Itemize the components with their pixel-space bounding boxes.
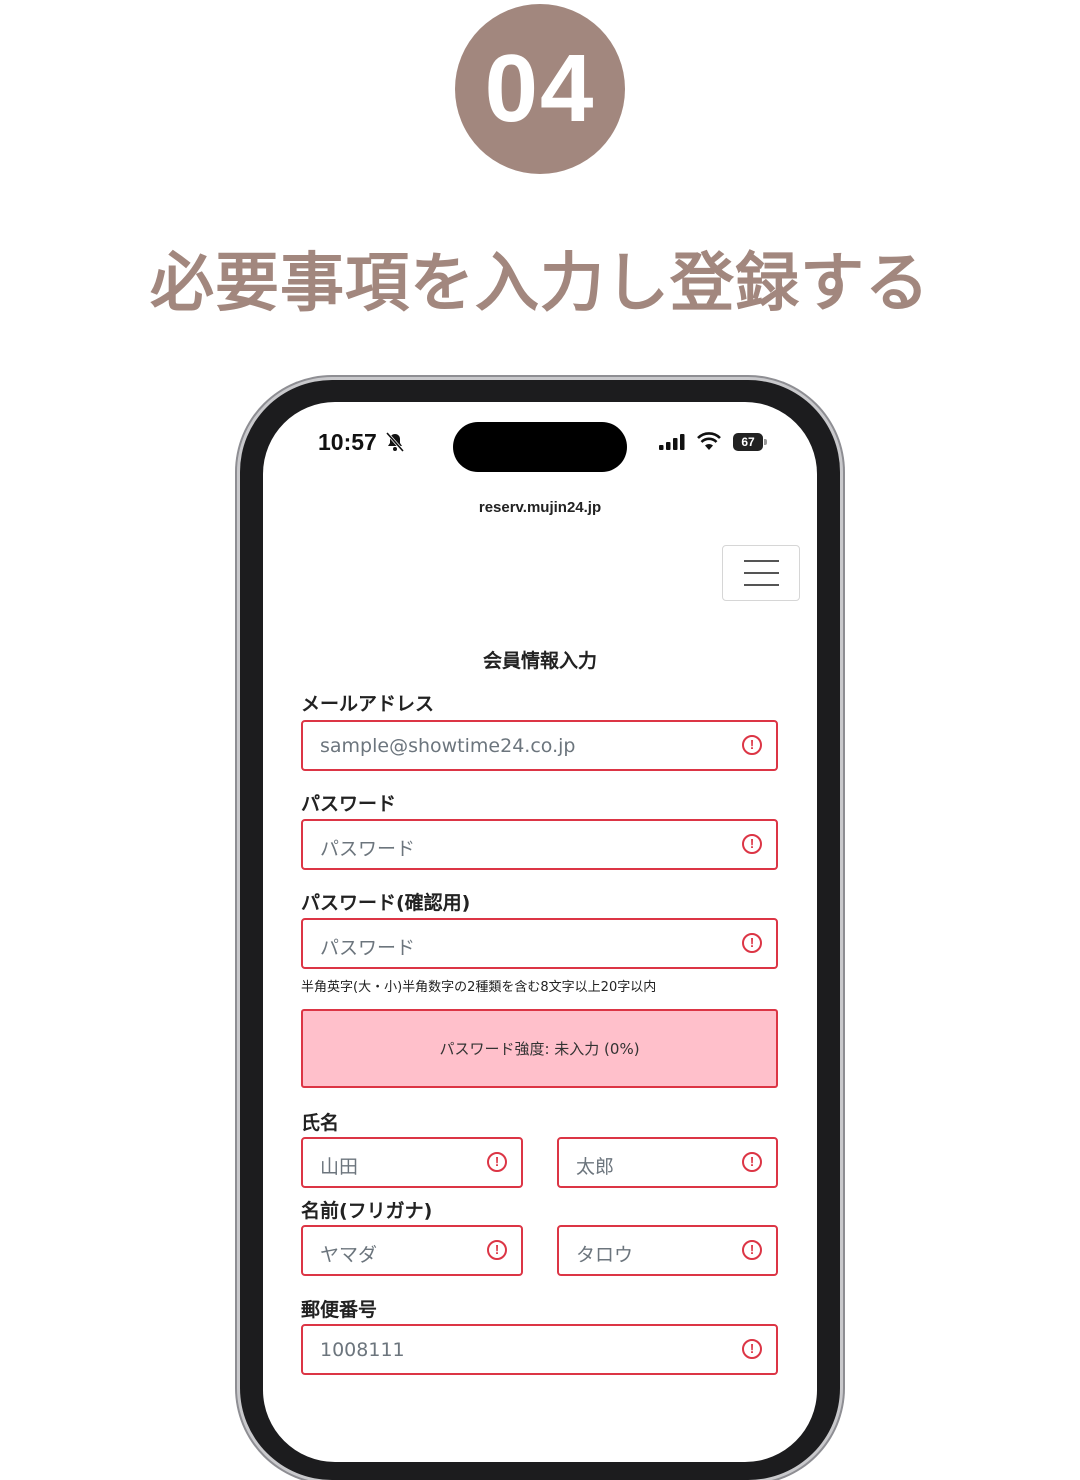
battery-tip <box>764 439 767 445</box>
alert-circle-icon: ! <box>742 834 762 854</box>
postal-code-label: 郵便番号 <box>301 1299 378 1321</box>
alert-circle-icon: ! <box>742 735 762 755</box>
password-hint: 半角英字(大・小)半角数字の2種類を含む8文字以上20字以内 <box>301 980 657 995</box>
password-strength-meter: パスワード強度: 未入力 (0%) <box>301 1009 778 1088</box>
password-confirm-placeholder: パスワード <box>320 937 416 959</box>
password-confirm-field[interactable]: パスワード ! <box>301 918 778 969</box>
name-label: 氏名 <box>301 1112 340 1134</box>
alert-circle-icon: ! <box>742 1240 762 1260</box>
dynamic-island <box>453 422 627 472</box>
first-name-kana-placeholder: タロウ <box>576 1244 634 1266</box>
battery-icon: 67 <box>733 433 763 451</box>
last-name-kana-field[interactable]: ヤマダ ! <box>301 1225 523 1276</box>
phone-screen: 10:57 67 reserv.mujin24.jp 会員情報入力 メールアドレ… <box>263 402 817 1462</box>
last-name-placeholder: 山田 <box>320 1156 359 1178</box>
browser-url[interactable]: reserv.mujin24.jp <box>263 499 817 516</box>
postal-code-placeholder: 1008111 <box>320 1339 405 1361</box>
password-confirm-label: パスワード(確認用) <box>301 892 471 914</box>
password-strength-text: パスワード強度: 未入力 (0%) <box>439 1040 640 1058</box>
first-name-placeholder: 太郎 <box>576 1156 615 1178</box>
step-title: 必要事項を入力し登録する <box>150 247 930 321</box>
alert-circle-icon: ! <box>487 1240 507 1260</box>
email-field[interactable]: sample@showtime24.co.jp ! <box>301 720 778 771</box>
bell-slash-icon <box>386 432 404 452</box>
hamburger-menu-icon-bar-bottom <box>744 584 779 586</box>
kana-label: 名前(フリガナ) <box>301 1200 433 1222</box>
last-name-kana-placeholder: ヤマダ <box>320 1244 378 1266</box>
email-label: メールアドレス <box>301 693 435 715</box>
password-label: パスワード <box>301 793 397 815</box>
email-placeholder: sample@showtime24.co.jp <box>320 735 576 757</box>
hamburger-menu-icon-bar-middle <box>744 572 779 574</box>
first-name-field[interactable]: 太郎 ! <box>557 1137 778 1188</box>
hamburger-menu-button[interactable] <box>722 545 800 601</box>
alert-circle-icon: ! <box>742 933 762 953</box>
password-placeholder: パスワード <box>320 838 416 860</box>
status-time: 10:57 <box>318 429 377 455</box>
alert-circle-icon: ! <box>742 1339 762 1359</box>
signal-icon <box>659 434 685 450</box>
wifi-icon <box>697 432 721 450</box>
hamburger-menu-icon-bar-top <box>744 560 779 562</box>
form-title: 会員情報入力 <box>482 650 597 672</box>
last-name-field[interactable]: 山田 ! <box>301 1137 523 1188</box>
alert-circle-icon: ! <box>742 1152 762 1172</box>
step-number-badge: 04 <box>455 4 625 174</box>
first-name-kana-field[interactable]: タロウ ! <box>557 1225 778 1276</box>
password-field[interactable]: パスワード ! <box>301 819 778 870</box>
alert-circle-icon: ! <box>487 1152 507 1172</box>
